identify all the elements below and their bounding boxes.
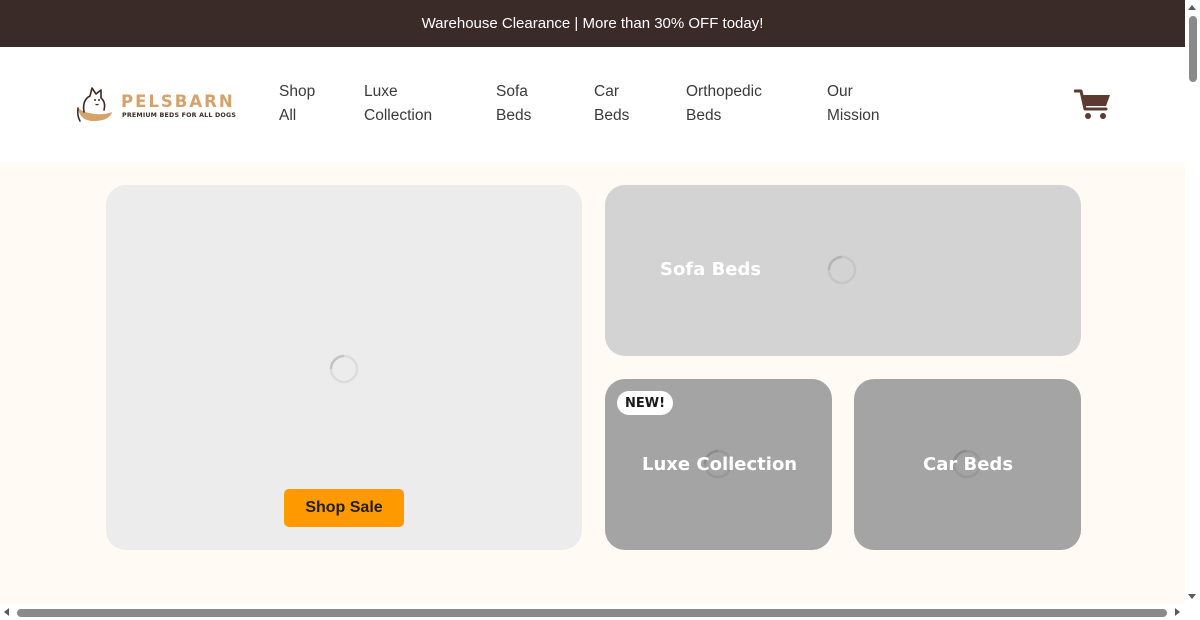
- nav-luxe-collection[interactable]: Luxe Collection: [364, 80, 444, 127]
- category-card-luxe-collection[interactable]: NEW! Luxe Collection: [605, 379, 832, 550]
- horizontal-scrollbar[interactable]: [0, 604, 1185, 620]
- nav-orthopedic-beds[interactable]: Orthopedic Beds: [686, 80, 778, 127]
- vertical-scrollbar[interactable]: [1185, 0, 1200, 604]
- hero-banner[interactable]: Shop Sale: [106, 185, 582, 550]
- brand-logo[interactable]: PELSBARN PREMIUM BEDS FOR ALL DOGS: [74, 82, 244, 126]
- loading-spinner-icon: [827, 255, 857, 285]
- nav-shop-all[interactable]: Shop All: [279, 80, 329, 127]
- vertical-scroll-thumb[interactable]: [1189, 16, 1197, 82]
- nav-our-mission[interactable]: Our Mission: [827, 80, 887, 127]
- category-title-sofa-beds: Sofa Beds: [660, 259, 762, 280]
- scrollbar-corner: [1185, 604, 1200, 620]
- nav-car-beds[interactable]: Car Beds: [594, 80, 644, 127]
- horizontal-scroll-thumb[interactable]: [17, 609, 1167, 617]
- scroll-down-arrow-icon[interactable]: [1188, 594, 1196, 599]
- announcement-text: Warehouse Clearance | More than 30% OFF …: [421, 15, 764, 32]
- site-header: PELSBARN PREMIUM BEDS FOR ALL DOGS Shop …: [0, 47, 1185, 162]
- shop-sale-button[interactable]: Shop Sale: [284, 489, 404, 527]
- brand-name: PELSBARN: [121, 92, 235, 111]
- scroll-left-arrow-icon[interactable]: [4, 608, 9, 616]
- category-card-car-beds[interactable]: Car Beds: [854, 379, 1081, 550]
- new-badge: NEW!: [617, 391, 674, 415]
- scroll-right-arrow-icon[interactable]: [1175, 608, 1180, 616]
- dog-bed-logo-icon: [76, 87, 112, 122]
- brand-tagline: PREMIUM BEDS FOR ALL DOGS: [122, 112, 237, 119]
- category-title-car-beds: Car Beds: [923, 454, 1014, 475]
- announcement-bar: Warehouse Clearance | More than 30% OFF …: [0, 0, 1185, 47]
- shopping-cart-icon[interactable]: [1074, 88, 1112, 122]
- loading-spinner-icon: [329, 354, 359, 384]
- scroll-up-arrow-icon[interactable]: [1188, 5, 1196, 10]
- category-card-sofa-beds[interactable]: Sofa Beds: [605, 185, 1081, 356]
- nav-sofa-beds[interactable]: Sofa Beds: [496, 80, 546, 127]
- category-title-luxe-collection: Luxe Collection: [642, 454, 798, 475]
